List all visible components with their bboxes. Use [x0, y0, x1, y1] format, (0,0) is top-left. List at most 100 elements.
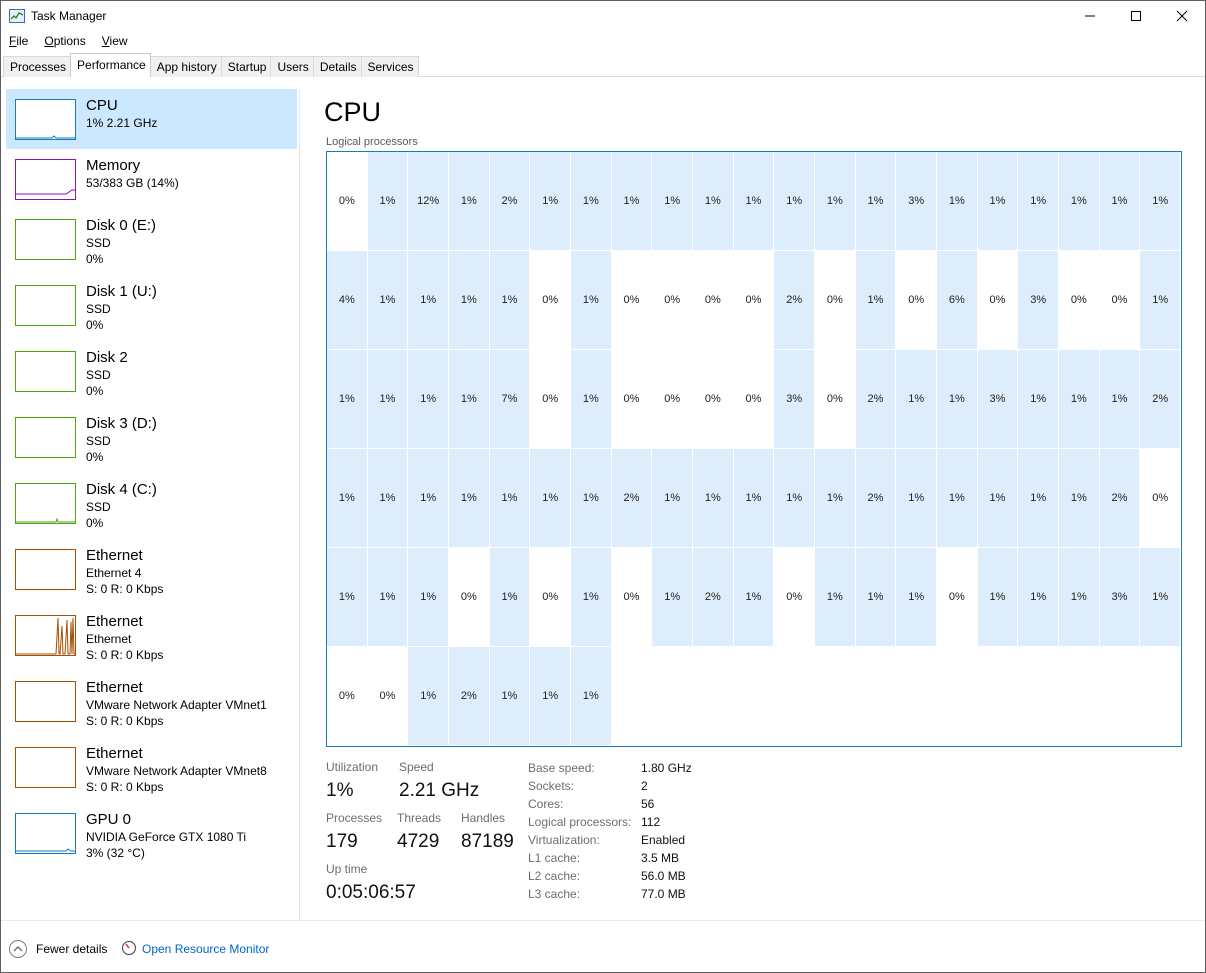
- sidebar-item-subtitle: SSD: [86, 236, 111, 250]
- logical-processor-cell: 1%: [571, 350, 611, 448]
- title-bar: Task Manager: [1, 1, 1205, 31]
- logical-processor-cell: 1%: [1018, 449, 1058, 547]
- logical-processor-cell: 2%: [1140, 350, 1180, 448]
- resource-monitor-icon[interactable]: [121, 940, 137, 956]
- l1-cache-label: L1 cache:: [528, 851, 581, 865]
- chevron-up-circle-icon[interactable]: [9, 940, 27, 958]
- sidebar-item-subtitle: VMware Network Adapter VMnet1: [86, 698, 267, 712]
- logical-processor-cell: 1%: [530, 647, 570, 745]
- tab-performance[interactable]: Performance: [70, 53, 151, 77]
- maximize-button[interactable]: [1113, 1, 1159, 31]
- sidebar-item-memory[interactable]: Memory 53/383 GB (14%): [6, 149, 297, 209]
- window-title: Task Manager: [31, 9, 107, 23]
- logical-processor-cell: 0%: [1111, 294, 1128, 306]
- logical-processor-cell: 1%: [1059, 449, 1099, 547]
- task-manager-app-icon: [9, 9, 25, 23]
- logical-processor-cell: 1%: [449, 350, 489, 448]
- fewer-details-link[interactable]: Fewer details: [36, 942, 107, 956]
- tab-startup[interactable]: Startup: [220, 56, 272, 77]
- logical-processor-cell: 3%: [1018, 251, 1058, 349]
- logical-processor-cell: 1%: [815, 548, 855, 646]
- minimize-button[interactable]: [1067, 1, 1113, 31]
- logical-processor-cell: 0%: [664, 294, 681, 306]
- tab-processes[interactable]: Processes: [3, 56, 72, 77]
- logical-processor-cell: 1%: [571, 647, 611, 745]
- sidebar-item-cpu[interactable]: CPU 1% 2.21 GHz: [6, 89, 297, 149]
- logical-processor-cell: 1%: [530, 152, 570, 250]
- logical-processor-cell: 2%: [1099, 449, 1140, 547]
- logical-processor-cell: 0%: [338, 195, 355, 207]
- open-resource-monitor-link[interactable]: Open Resource Monitor: [142, 942, 269, 956]
- logical-processor-cell: 1%: [367, 251, 408, 349]
- memory-thumbnail-graph: [15, 159, 76, 200]
- sidebar-item-value: S: 0 R: 0 Kbps: [86, 648, 164, 662]
- utilization-value: 1%: [326, 780, 354, 801]
- sidebar-item-value: S: 0 R: 0 Kbps: [86, 714, 164, 728]
- logical-processor-cell: 2%: [489, 152, 530, 250]
- processes-label: Processes: [326, 811, 383, 825]
- sidebar-item-title: GPU 0: [86, 811, 132, 828]
- close-button[interactable]: [1159, 1, 1205, 31]
- logical-processor-cell: 0%: [704, 393, 721, 405]
- logical-processors-grid[interactable]: 0% 1% 12% 1% 2% 1% 1% 1% 1% 1% 1% 1% 1% 1% 3% 1% 1% 1% 1% 1…: [326, 151, 1182, 747]
- sidebar-item-ethernet[interactable]: Ethernet Ethernet S: 0 R: 0 Kbps: [6, 605, 297, 665]
- logical-processor-cell: 4%: [327, 251, 367, 349]
- sidebar-item-disk-3[interactable]: Disk 3 (D:) SSD 0%: [6, 407, 297, 467]
- sidebar-item-disk-1[interactable]: Disk 1 (U:) SSD 0%: [6, 275, 297, 335]
- logical-processor-cell: 1%: [896, 350, 936, 448]
- menu-bar: File Options View: [1, 32, 136, 52]
- logical-processor-cell: 1%: [327, 350, 367, 448]
- base-speed-label: Base speed:: [528, 761, 595, 775]
- gpu-thumbnail-graph: [15, 813, 76, 854]
- logical-processor-cell: 1%: [489, 647, 530, 745]
- cpu-detail-panel: CPU Logical processors 0% 1% 12% 1% 2% 1% 1% 1%…: [301, 77, 1205, 920]
- sidebar-item-title: Ethernet: [86, 745, 143, 762]
- l2-cache-label: L2 cache:: [528, 869, 581, 883]
- l2-cache-value: 56.0 MB: [641, 869, 686, 883]
- sidebar-item-gpu-0[interactable]: GPU 0 NVIDIA GeForce GTX 1080 Ti 3% (32 …: [6, 803, 297, 863]
- logical-processors-count-value: 112: [641, 815, 661, 829]
- logical-processor-cell: 3%: [977, 350, 1018, 448]
- disk-thumbnail-graph: [15, 417, 76, 458]
- tab-services[interactable]: Services: [360, 56, 419, 77]
- logical-processor-cell: 1%: [408, 251, 448, 349]
- sidebar-item-disk-2[interactable]: Disk 2 SSD 0%: [6, 341, 297, 401]
- logical-processor-cell: 1%: [733, 152, 774, 250]
- sidebar-item-value: 3% (32 °C): [86, 846, 145, 860]
- logical-processor-cell: 6%: [937, 251, 977, 349]
- tab-details[interactable]: Details: [312, 56, 362, 77]
- logical-processor-cell: 0%: [338, 690, 355, 702]
- menu-view[interactable]: View: [94, 32, 136, 52]
- logical-processor-cell: 1%: [449, 152, 489, 250]
- sidebar-divider: [299, 89, 300, 921]
- l3-cache-value: 77.0 MB: [641, 887, 686, 901]
- disk-thumbnail-graph: [15, 483, 76, 524]
- logical-processor-cell: 1%: [571, 548, 611, 646]
- logical-processor-cell: 1%: [449, 251, 489, 349]
- logical-processor-cell: 0%: [989, 294, 1006, 306]
- logical-processor-cell: 1%: [652, 449, 692, 547]
- sidebar-item-title: CPU: [86, 97, 118, 114]
- logical-processor-cell: 1%: [1099, 152, 1140, 250]
- menu-options[interactable]: Options: [36, 32, 93, 52]
- sidebar-item-ethernet-vmnet1[interactable]: Ethernet VMware Network Adapter VMnet1 S…: [6, 671, 297, 731]
- tab-users[interactable]: Users: [270, 56, 314, 77]
- logical-processor-cell: 0%: [664, 393, 681, 405]
- tab-app-history[interactable]: App history: [149, 56, 222, 77]
- sidebar-item-subtitle: SSD: [86, 434, 111, 448]
- logical-processor-cell: 0%: [1070, 294, 1087, 306]
- logical-processor-cell: 1%: [1140, 251, 1180, 349]
- sidebar-item-disk-0[interactable]: Disk 0 (E:) SSD 0%: [6, 209, 297, 269]
- sidebar-item-ethernet-4[interactable]: Ethernet Ethernet 4 S: 0 R: 0 Kbps: [6, 539, 297, 599]
- sidebar-item-disk-4[interactable]: Disk 4 (C:) SSD 0%: [6, 473, 297, 533]
- sidebar-item-subtitle: 1% 2.21 GHz: [86, 116, 158, 130]
- fewer-details-label: Fewer details: [36, 942, 108, 956]
- menu-file[interactable]: File: [1, 32, 36, 52]
- logical-processor-cell: 1%: [733, 449, 774, 547]
- sidebar-item-ethernet-vmnet8[interactable]: Ethernet VMware Network Adapter VMnet8 S…: [6, 737, 297, 797]
- logical-processor-cell: 1%: [408, 350, 448, 448]
- handles-label: Handles: [461, 811, 506, 825]
- utilization-label: Utilization: [326, 760, 379, 774]
- sidebar-item-title: Disk 3 (D:): [86, 415, 157, 432]
- sidebar-item-value: 0%: [86, 450, 104, 464]
